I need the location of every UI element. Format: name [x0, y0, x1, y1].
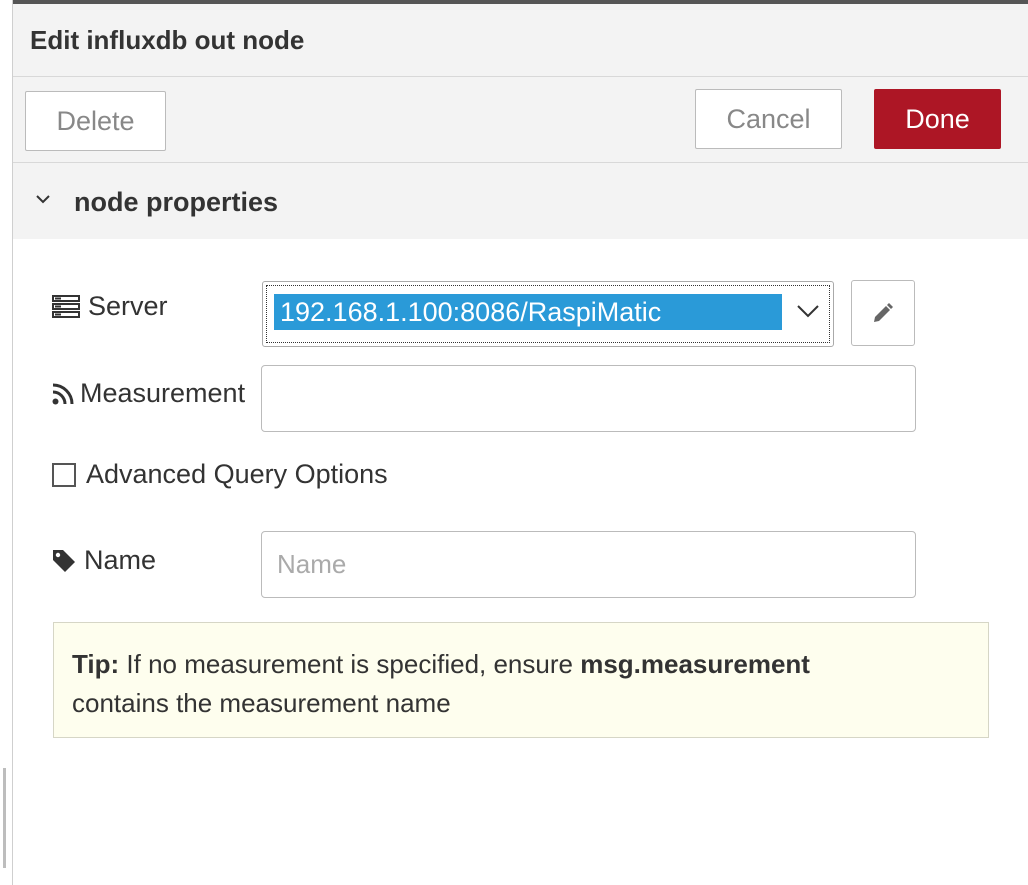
server-label: Server	[52, 291, 168, 322]
done-button[interactable]: Done	[874, 89, 1001, 149]
advanced-query-label: Advanced Query Options	[86, 459, 388, 489]
dialog-toolbar: Delete Cancel Done	[13, 77, 1028, 163]
rss-icon	[52, 383, 74, 404]
edit-server-button[interactable]	[851, 280, 915, 346]
measurement-label: Measurement	[52, 378, 245, 409]
chevron-down-icon	[36, 195, 50, 204]
edit-dialog: Edit influxdb out node Delete Cancel Don…	[13, 4, 1028, 885]
node-properties-header[interactable]: node properties	[13, 163, 1028, 239]
measurement-input[interactable]	[261, 365, 916, 432]
dialog-header: Edit influxdb out node	[13, 4, 1028, 77]
advanced-query-option[interactable]: Advanced Query Options	[52, 459, 388, 490]
pencil-icon	[874, 303, 893, 322]
tip-box: Tip: If no measurement is specified, ens…	[53, 622, 989, 738]
server-select[interactable]: 192.168.1.100:8086/RaspiMatic	[262, 281, 834, 347]
name-label: Name	[52, 545, 156, 576]
name-input[interactable]	[261, 531, 916, 598]
tip-text-1: If no measurement is specified, ensure	[119, 649, 581, 679]
chevron-down-icon	[797, 305, 819, 318]
left-edge	[0, 0, 13, 885]
server-icon	[52, 294, 80, 318]
section-title: node properties	[74, 187, 279, 217]
tip-prefix: Tip:	[72, 649, 120, 679]
tag-icon	[53, 549, 75, 572]
cancel-button[interactable]: Cancel	[695, 89, 842, 149]
server-selected-value: 192.168.1.100:8086/RaspiMatic	[274, 294, 782, 330]
resize-handle[interactable]	[3, 768, 6, 868]
server-label-text: Server	[88, 291, 168, 321]
advanced-query-checkbox[interactable]	[52, 462, 76, 487]
dialog-title: Edit influxdb out node	[30, 25, 305, 55]
tip-code: msg.measurement	[580, 649, 810, 679]
name-label-text: Name	[84, 545, 157, 575]
tip-text-2: contains the measurement name	[72, 688, 451, 718]
measurement-label-text: Measurement	[80, 378, 246, 408]
delete-button[interactable]: Delete	[25, 91, 166, 151]
